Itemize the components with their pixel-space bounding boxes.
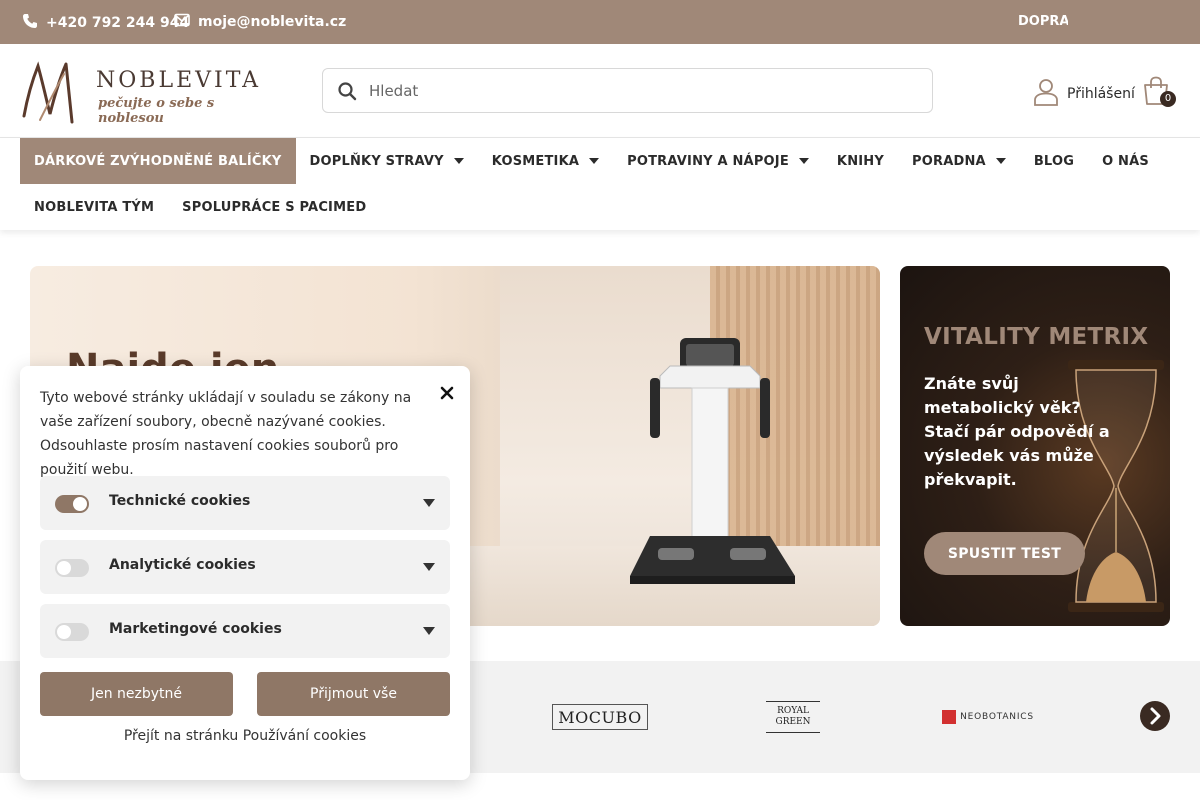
- email-link[interactable]: moje@noblevita.cz: [174, 13, 346, 31]
- brand-neo-text: NEOBOTANICS: [960, 712, 1034, 722]
- logo-brand-text: NOBLEVITA: [96, 68, 262, 93]
- essential-only-button[interactable]: Jen nezbytné: [40, 672, 233, 716]
- nav-item-supplements[interactable]: DOPLŇKY STRAVY: [296, 138, 478, 184]
- nav-label: BLOG: [1033, 153, 1075, 169]
- vitality-subtext: Stačí pár odpovědí a výsledek vás může p…: [924, 422, 1110, 489]
- analytics-cookies-toggle[interactable]: [55, 559, 89, 577]
- search-input[interactable]: [369, 79, 909, 103]
- email-address: moje@noblevita.cz: [198, 14, 347, 30]
- logo-mark-icon: [22, 61, 74, 124]
- nav-row-secondary: NOBLEVITA TÝM SPOLUPRÁCE S PACIMED: [20, 184, 380, 230]
- search-icon[interactable]: [337, 81, 357, 105]
- nav-label: O NÁS: [1102, 153, 1149, 169]
- brand-royal-line1: ROYAL: [777, 706, 809, 716]
- cart-count-badge: 0: [1160, 91, 1176, 107]
- nav-item-team[interactable]: NOBLEVITA TÝM: [20, 184, 168, 230]
- expand-arrow-icon[interactable]: [423, 627, 435, 635]
- neobotanics-mark-icon: [942, 710, 957, 724]
- category-label: Marketingové cookies: [109, 621, 282, 637]
- nav-row-primary: DÁRKOVÉ ZVÝHODNĚNÉ BALÍČKY DOPLŇKY STRAV…: [20, 138, 1163, 184]
- login-label: Přihlášení: [1067, 86, 1135, 102]
- phone-number: +420 792 244 944: [46, 15, 190, 31]
- toggle-knob: [57, 625, 71, 639]
- cookie-category-marketing[interactable]: Marketingové cookies: [40, 604, 450, 658]
- search-box: [322, 68, 933, 113]
- logo-tagline: pečujte o sebe s noblesou: [98, 96, 215, 126]
- cart-button[interactable]: 0: [1142, 76, 1176, 110]
- brand-logo-neobotanics[interactable]: NEOBOTANICS: [940, 709, 1036, 725]
- close-icon: [440, 386, 454, 400]
- nav-item-about[interactable]: O NÁS: [1088, 138, 1163, 184]
- nav-label: POTRAVINY A NÁPOJE: [627, 153, 789, 169]
- start-test-button[interactable]: SPUSTIT TEST: [924, 532, 1085, 575]
- toggle-knob: [57, 561, 71, 575]
- cookie-description: Tyto webové stránky ukládají v souladu s…: [40, 390, 412, 478]
- chevron-right-icon: [1150, 707, 1161, 725]
- nav-item-pacimed[interactable]: SPOLUPRÁCE S PACIMED: [168, 184, 380, 230]
- toggle-knob: [73, 497, 87, 511]
- caret-down-icon: [589, 158, 600, 164]
- body-analyzer-image: [630, 338, 795, 584]
- site-logo[interactable]: NOBLEVITA pečujte o sebe s noblesou: [20, 54, 270, 128]
- accept-all-button[interactable]: Přijmout vše: [257, 672, 450, 716]
- user-icon: [1033, 78, 1059, 110]
- cookie-category-analytics[interactable]: Analytické cookies: [40, 540, 450, 594]
- nav-label: SPOLUPRÁCE S PACIMED: [182, 199, 367, 215]
- carousel-next-button[interactable]: [1140, 701, 1170, 731]
- brand-logo-royal-green[interactable]: ROYAL GREEN: [766, 701, 820, 733]
- nav-label: DÁRKOVÉ ZVÝHODNĚNÉ BALÍČKY: [34, 153, 282, 169]
- envelope-icon: [174, 13, 190, 31]
- vitality-text: Znáte svůj metabolický věk? Stačí pár od…: [924, 372, 1134, 492]
- brand-royal-line2: GREEN: [775, 717, 811, 727]
- nav-label: NOBLEVITA TÝM: [34, 199, 155, 215]
- brand-logo-mocubo[interactable]: MOCUBO: [552, 704, 648, 730]
- top-bar: +420 792 244 944 moje@noblevita.cz DOPRA: [0, 0, 1200, 44]
- vitality-metrix-card: VITALITY METRIX Znáte svůj metabolický v…: [900, 266, 1170, 626]
- nav-item-cosmetics[interactable]: KOSMETIKA: [478, 138, 613, 184]
- main-navigation: DÁRKOVÉ ZVÝHODNĚNÉ BALÍČKY DOPLŇKY STRAV…: [0, 138, 1200, 230]
- promo-ticker: DOPRA: [1018, 14, 1068, 29]
- technical-cookies-toggle[interactable]: [55, 495, 89, 513]
- nav-label: PORADNA: [912, 153, 986, 169]
- nav-label: DOPLŇKY STRAVY: [309, 153, 444, 169]
- category-label: Technické cookies: [109, 493, 251, 509]
- caret-down-icon: [995, 158, 1006, 164]
- close-button[interactable]: [436, 382, 458, 404]
- nav-item-gift-packages[interactable]: DÁRKOVÉ ZVÝHODNĚNÉ BALÍČKY: [20, 138, 296, 184]
- phone-link[interactable]: +420 792 244 944: [22, 13, 189, 33]
- caret-down-icon: [798, 158, 809, 164]
- phone-icon: [22, 13, 38, 33]
- vitality-question: Znáte svůj metabolický věk?: [924, 374, 1081, 417]
- expand-arrow-icon[interactable]: [423, 499, 435, 507]
- nav-label: KOSMETIKA: [491, 153, 580, 169]
- site-header: NOBLEVITA pečujte o sebe s noblesou Přih…: [0, 44, 1200, 138]
- caret-down-icon: [453, 158, 464, 164]
- login-link[interactable]: Přihlášení: [1033, 78, 1135, 110]
- nav-label: KNIHY: [836, 153, 885, 169]
- cookie-category-technical[interactable]: Technické cookies: [40, 476, 450, 530]
- expand-arrow-icon[interactable]: [423, 563, 435, 571]
- cookie-consent-dialog: Tyto webové stránky ukládají v souladu s…: [20, 366, 470, 780]
- vitality-title: VITALITY METRIX: [924, 324, 1149, 350]
- marketing-cookies-toggle[interactable]: [55, 623, 89, 641]
- category-label: Analytické cookies: [109, 557, 256, 573]
- nav-item-advice[interactable]: PORADNA: [898, 138, 1020, 184]
- nav-item-books[interactable]: KNIHY: [823, 138, 898, 184]
- nav-item-blog[interactable]: BLOG: [1020, 138, 1088, 184]
- nav-item-food-drinks[interactable]: POTRAVINY A NÁPOJE: [613, 138, 823, 184]
- cookie-policy-link[interactable]: Přejít na stránku Používání cookies: [20, 728, 470, 744]
